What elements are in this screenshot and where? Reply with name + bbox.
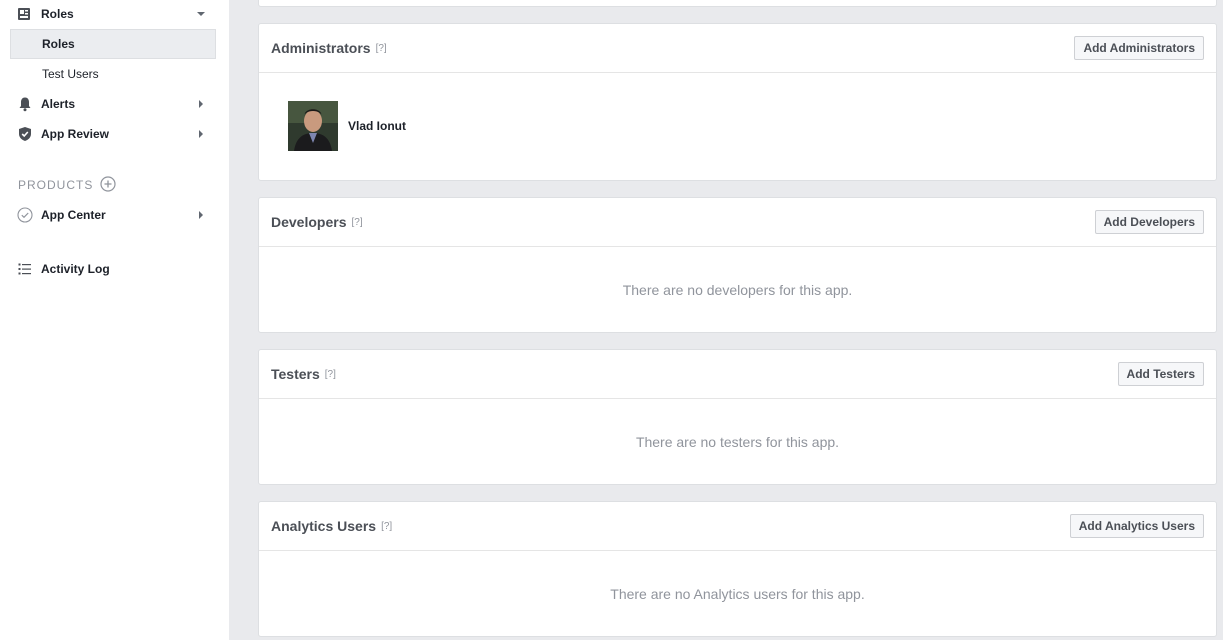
analytics-users-header: Analytics Users [?] Add Analytics Users	[259, 502, 1216, 551]
chevron-right-icon	[196, 89, 206, 119]
sidebar-item-label: App Center	[41, 208, 106, 222]
testers-title: Testers	[271, 366, 320, 382]
sidebar-item-label: App Review	[41, 127, 110, 141]
list-icon	[17, 261, 33, 277]
add-product-icon[interactable]	[100, 175, 116, 195]
sidebar-item-label: Activity Log	[41, 262, 110, 276]
admin-member[interactable]: Vlad Ionut	[288, 101, 406, 151]
products-section-label: PRODUCTS	[18, 175, 116, 195]
roles-icon	[17, 6, 33, 22]
help-link[interactable]: [?]	[376, 43, 387, 54]
bell-icon	[17, 96, 33, 112]
chevron-down-icon	[196, 0, 206, 29]
sidebar-item-label: Roles	[42, 37, 75, 51]
sidebar-item-app-center[interactable]: App Center	[10, 200, 216, 230]
analytics-users-empty-message: There are no Analytics users for this ap…	[610, 586, 865, 602]
add-developers-button[interactable]: Add Developers	[1094, 210, 1204, 234]
administrators-card: Administrators [?] Add Administrators Vl…	[258, 23, 1217, 181]
sidebar-item-roles[interactable]: Roles	[10, 0, 216, 29]
products-label: PRODUCTS	[18, 178, 94, 192]
sidebar-item-alerts[interactable]: Alerts	[10, 89, 216, 119]
chevron-right-icon	[196, 200, 206, 230]
shield-icon	[17, 126, 33, 142]
administrators-header: Administrators [?] Add Administrators	[259, 24, 1216, 73]
testers-card: Testers [?] Add Testers There are no tes…	[258, 349, 1217, 485]
administrators-title: Administrators	[271, 40, 371, 56]
avatar[interactable]	[288, 101, 338, 151]
sidebar-subitem-roles[interactable]: Roles	[10, 29, 216, 59]
admin-name[interactable]: Vlad Ionut	[348, 119, 406, 133]
testers-empty-message: There are no testers for this app.	[635, 434, 840, 450]
sidebar-item-app-review[interactable]: App Review	[10, 119, 216, 149]
analytics-users-title: Analytics Users	[271, 518, 377, 534]
sidebar-item-label: Test Users	[42, 67, 99, 81]
help-link[interactable]: [?]	[351, 217, 362, 228]
sidebar-item-label: Roles	[41, 7, 74, 21]
check-circle-icon	[17, 207, 33, 223]
developers-empty-message: There are no developers for this app.	[622, 282, 853, 298]
developers-title: Developers	[271, 214, 347, 230]
help-link[interactable]: [?]	[325, 369, 336, 380]
analytics-users-card: Analytics Users [?] Add Analytics Users …	[258, 501, 1217, 637]
sidebar-item-activity-log[interactable]: Activity Log	[10, 254, 216, 284]
sidebar-item-label: Alerts	[41, 97, 76, 111]
add-administrators-button[interactable]: Add Administrators	[1074, 36, 1204, 60]
previous-card	[258, 0, 1217, 7]
developers-header: Developers [?] Add Developers	[259, 198, 1216, 247]
chevron-right-icon	[196, 119, 206, 149]
sidebar: Roles Roles Test Users Alerts App Review…	[0, 0, 229, 640]
add-testers-button[interactable]: Add Testers	[1117, 362, 1204, 386]
developers-card: Developers [?] Add Developers There are …	[258, 197, 1217, 333]
sidebar-subitem-test-users[interactable]: Test Users	[10, 59, 216, 89]
testers-header: Testers [?] Add Testers	[259, 350, 1216, 399]
help-link[interactable]: [?]	[381, 521, 392, 532]
add-analytics-users-button[interactable]: Add Analytics Users	[1069, 514, 1204, 538]
